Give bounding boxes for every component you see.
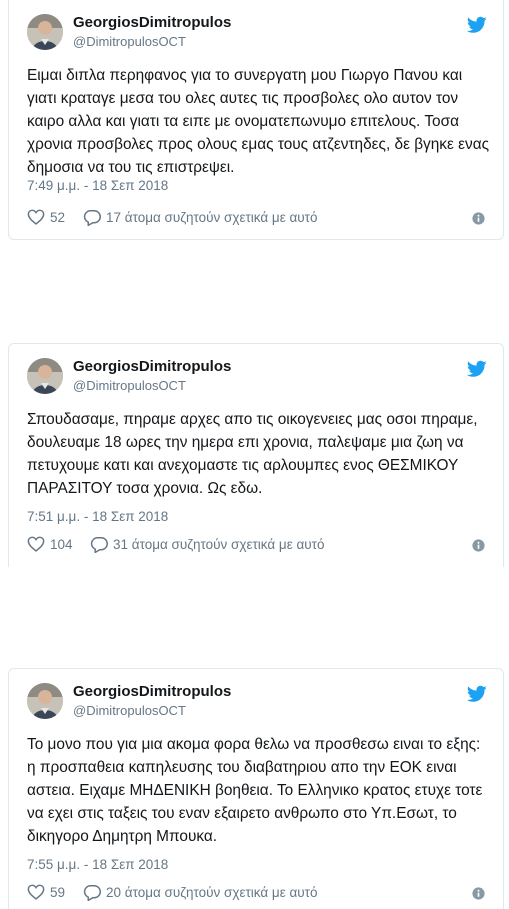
avatar[interactable] [27, 683, 63, 719]
info-icon[interactable] [472, 887, 485, 900]
reply-bubble-icon [83, 885, 101, 901]
reply-count-text: 17 άτομα συζητούν σχετικά με αυτό [106, 210, 318, 225]
display-name[interactable]: GeorgiosDimitropulos [73, 14, 231, 31]
avatar[interactable] [27, 358, 63, 394]
like-count: 59 [50, 884, 66, 900]
display-name[interactable]: GeorgiosDimitropulos [73, 683, 231, 700]
like-count: 104 [50, 536, 73, 552]
tweet-actions: 52 17 άτομα συζητούν σχετικά με αυτό [27, 209, 485, 229]
like-button[interactable]: 59 [27, 884, 65, 900]
tweet-text: Σπουδασαμε, πηραμε αρχες απο τις οικογεν… [27, 411, 478, 497]
reply-bubble-icon [90, 537, 108, 553]
reply-button[interactable]: 31 άτομα συζητούν σχετικά με αυτό [90, 536, 325, 553]
reply-bubble-icon [83, 210, 101, 226]
tweet-actions: 104 31 άτομα συζητούν σχετικά με αυτό [27, 536, 485, 556]
tweet-header: GeorgiosDimitropulos @DimitropulosOCT [27, 683, 487, 723]
info-icon[interactable] [472, 212, 485, 225]
info-icon[interactable] [472, 539, 485, 552]
user-handle[interactable]: @DimitropulosOCT [73, 34, 186, 49]
twitter-bird-icon[interactable] [467, 360, 487, 378]
tweet-card[interactable]: GeorgiosDimitropulos @DimitropulosOCT Ει… [8, 0, 504, 240]
like-button[interactable]: 52 [27, 209, 65, 225]
tweet-actions: 59 20 άτομα συζητούν σχετικά με αυτό [27, 884, 485, 904]
reply-count-text: 20 άτομα συζητούν σχετικά με αυτό [106, 885, 318, 900]
display-name[interactable]: GeorgiosDimitropulos [73, 358, 231, 375]
like-button[interactable]: 104 [27, 536, 73, 552]
tweet-header: GeorgiosDimitropulos @DimitropulosOCT [27, 358, 487, 398]
reply-count-text: 31 άτομα συζητούν σχετικά με αυτό [113, 537, 325, 552]
reply-button[interactable]: 20 άτομα συζητούν σχετικά με αυτό [83, 884, 318, 901]
tweet-card[interactable]: GeorgiosDimitropulos @DimitropulosOCT Το… [8, 668, 504, 909]
heart-icon [27, 209, 45, 225]
tweet-text: Ειμαι διπλα περηφανος για το συνεργατη μ… [27, 67, 490, 176]
like-count: 52 [50, 209, 66, 225]
heart-icon [27, 884, 45, 900]
user-handle[interactable]: @DimitropulosOCT [73, 378, 186, 393]
tweet-header: GeorgiosDimitropulos @DimitropulosOCT [27, 14, 487, 54]
tweet-timestamp[interactable]: 7:51 μ.μ. - 18 Σεπ 2018 [27, 509, 168, 524]
user-handle[interactable]: @DimitropulosOCT [73, 703, 186, 718]
reply-button[interactable]: 17 άτομα συζητούν σχετικά με αυτό [83, 209, 318, 226]
twitter-bird-icon[interactable] [467, 685, 487, 703]
tweet-timestamp[interactable]: 7:49 μ.μ. - 18 Σεπ 2018 [27, 178, 168, 193]
avatar[interactable] [27, 14, 63, 50]
heart-icon [27, 536, 45, 552]
twitter-bird-icon[interactable] [467, 16, 487, 34]
tweet-card[interactable]: GeorgiosDimitropulos @DimitropulosOCT Σπ… [8, 343, 504, 567]
tweet-text: Το μονο που για μια ακομα φορα θελω να π… [27, 736, 483, 845]
tweet-timestamp[interactable]: 7:55 μ.μ. - 18 Σεπ 2018 [27, 857, 168, 872]
